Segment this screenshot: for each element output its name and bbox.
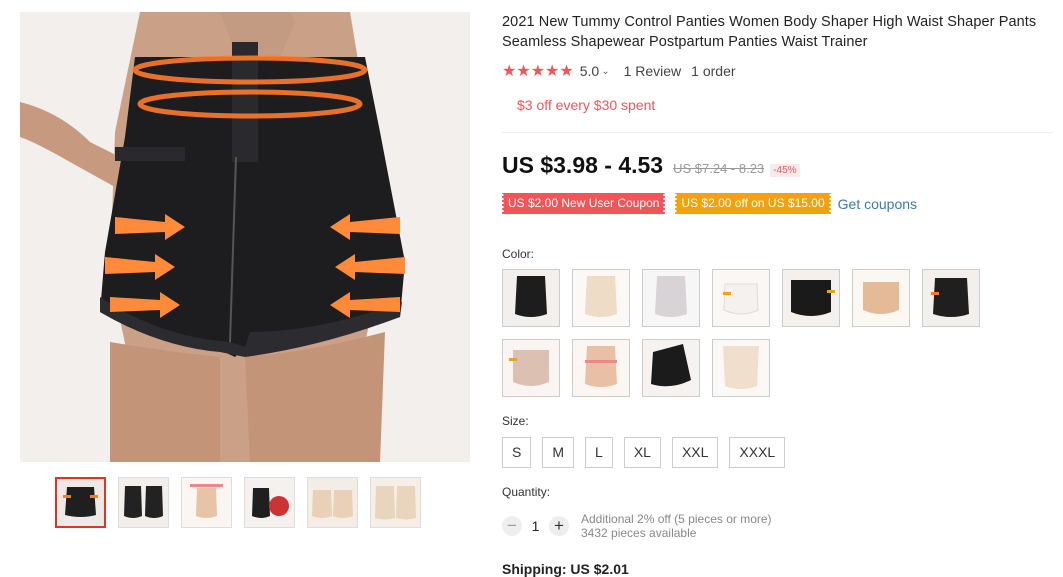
star-rating-icon: ★★★★★ bbox=[502, 63, 574, 80]
product-info: 2021 New Tummy Control Panties Women Bod… bbox=[500, 12, 1053, 577]
size-option-xl[interactable]: XL bbox=[623, 437, 661, 468]
product-gallery bbox=[20, 12, 470, 462]
color-swatch-cream[interactable] bbox=[712, 339, 770, 397]
color-swatch-peach[interactable] bbox=[572, 339, 630, 397]
quantity-value[interactable]: 1 bbox=[522, 518, 549, 534]
color-swatch-black-lace[interactable] bbox=[922, 269, 980, 327]
size-option-xxl[interactable]: XXL bbox=[671, 437, 719, 468]
quantity-stepper: − 1 + Additional 2% off (5 pieces or mor… bbox=[502, 512, 772, 540]
color-swatch-nude[interactable] bbox=[852, 269, 910, 327]
store-coupon[interactable]: US $2.00 off on US $15.00 bbox=[674, 193, 832, 214]
original-price: US $7.24 - 8.23 bbox=[673, 161, 765, 176]
color-swatch-beige[interactable] bbox=[572, 269, 630, 327]
size-label: Size: bbox=[502, 414, 529, 428]
orders-count: 1 order bbox=[691, 63, 736, 79]
thumbnail-3[interactable] bbox=[181, 477, 232, 528]
size-options: S M L XL XXL XXXL bbox=[502, 437, 786, 468]
get-coupons-link[interactable]: Get coupons bbox=[838, 196, 917, 212]
thumbnail-2[interactable] bbox=[118, 477, 169, 528]
main-image-illustration bbox=[20, 12, 470, 462]
coupons-row: US $2.00 New User Coupon US $2.00 off on… bbox=[500, 193, 917, 214]
size-option-s[interactable]: S bbox=[502, 437, 532, 468]
color-swatch-white[interactable] bbox=[712, 269, 770, 327]
discount-badge: -45% bbox=[770, 164, 800, 177]
rating-row: ★★★★★ 5.0 ⌄ 1 Review 1 order bbox=[502, 61, 1052, 81]
bulk-discount-note: Additional 2% off (5 pieces or more) bbox=[581, 512, 772, 526]
color-swatch-grey[interactable] bbox=[642, 269, 700, 327]
store-promo[interactable]: $3 off every $30 spent bbox=[517, 97, 1052, 113]
size-option-l[interactable]: L bbox=[585, 437, 613, 468]
quantity-label: Quantity: bbox=[502, 485, 551, 499]
price-row: US $3.98 - 4.53 US $7.24 - 8.23 -45% bbox=[502, 152, 800, 179]
chevron-down-icon[interactable]: ⌄ bbox=[601, 66, 609, 77]
quantity-increase-button[interactable]: + bbox=[549, 516, 569, 536]
main-product-image[interactable] bbox=[20, 12, 470, 462]
reviews-link[interactable]: 1 Review bbox=[624, 63, 682, 79]
color-label: Color: bbox=[502, 247, 535, 261]
thumbnail-5[interactable] bbox=[307, 477, 358, 528]
thumbnail-4[interactable] bbox=[244, 477, 295, 528]
thumbnail-6[interactable] bbox=[370, 477, 421, 528]
thumbnail-1[interactable] bbox=[55, 477, 106, 528]
size-option-xxxl[interactable]: XXXL bbox=[729, 437, 786, 468]
divider bbox=[502, 132, 1053, 133]
new-user-coupon[interactable]: US $2.00 New User Coupon bbox=[500, 193, 667, 214]
stock-available: 3432 pieces available bbox=[581, 526, 697, 540]
size-option-m[interactable]: M bbox=[542, 437, 575, 468]
color-swatch-black-butt[interactable] bbox=[782, 269, 840, 327]
color-swatch-black-high[interactable] bbox=[642, 339, 700, 397]
shipping-info: Shipping: US $2.01 bbox=[502, 561, 629, 577]
product-title: 2021 New Tummy Control Panties Women Bod… bbox=[502, 14, 1037, 50]
thumbnail-strip bbox=[55, 477, 421, 528]
quantity-decrease-button[interactable]: − bbox=[502, 516, 522, 536]
color-swatch-skin[interactable] bbox=[502, 339, 560, 397]
current-price: US $3.98 - 4.53 bbox=[502, 152, 664, 178]
color-options bbox=[502, 269, 1002, 397]
quantity-note: Additional 2% off (5 pieces or more) 343… bbox=[581, 512, 772, 540]
rating-value[interactable]: 5.0 bbox=[580, 63, 599, 79]
color-swatch-black[interactable] bbox=[502, 269, 560, 327]
